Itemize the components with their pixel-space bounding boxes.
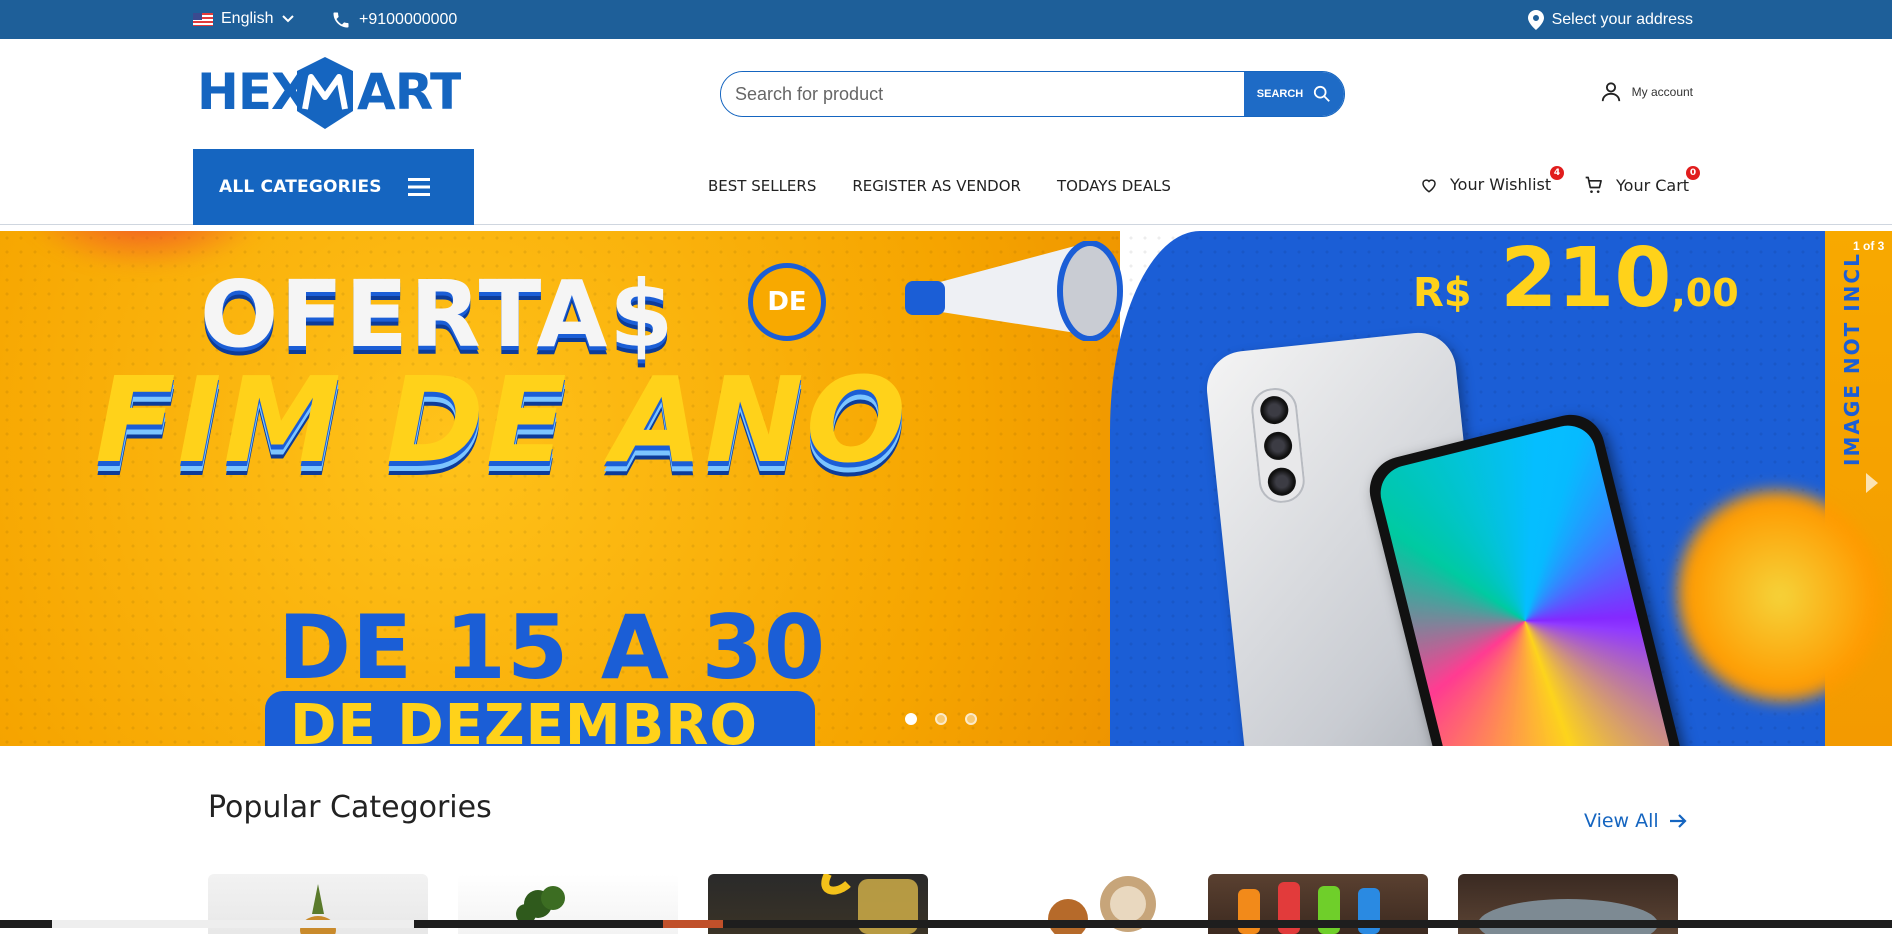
- language-label: English: [221, 10, 274, 27]
- nav-row: ALL CATEGORIES BEST SELLERS REGISTER AS …: [0, 149, 1892, 225]
- svg-text:ART: ART: [357, 63, 461, 121]
- top-bar: English +9100000000 Select your address: [0, 0, 1892, 39]
- slide-dot-1[interactable]: [905, 713, 917, 725]
- phone-number: +9100000000: [359, 11, 458, 28]
- menu-item-best-sellers[interactable]: BEST SELLERS: [708, 177, 816, 195]
- search-button[interactable]: SEARCH: [1244, 72, 1344, 116]
- search-button-label: SEARCH: [1256, 88, 1304, 100]
- view-all-link[interactable]: View All: [1584, 810, 1687, 832]
- slide-counter: 1 of 3: [1853, 239, 1885, 253]
- cart-link[interactable]: Your Cart 0: [1584, 166, 1700, 195]
- slide-dot-2[interactable]: [935, 713, 947, 725]
- location-pin-icon: [1527, 10, 1544, 30]
- menu-item-todays-deals[interactable]: TODAYS DEALS: [1057, 177, 1171, 195]
- megaphone-icon: [905, 241, 1123, 341]
- us-flag-icon: [193, 12, 213, 26]
- view-all-label: View All: [1584, 810, 1659, 832]
- hamburger-menu-icon: [407, 178, 430, 196]
- all-categories-button[interactable]: ALL CATEGORIES: [193, 149, 474, 225]
- banner-month: DE DEZEMBRO: [290, 693, 758, 746]
- price-value: 210: [1500, 231, 1672, 326]
- cart-label: Your Cart: [1616, 175, 1690, 195]
- slide-dots: [905, 713, 977, 725]
- banner-price: R$ 210,00: [1413, 231, 1739, 326]
- wishlist-link[interactable]: Your Wishlist 4: [1420, 166, 1564, 194]
- address-selector[interactable]: Select your address: [1527, 10, 1693, 30]
- wishlist-count-badge: 4: [1550, 166, 1564, 180]
- address-label: Select your address: [1551, 11, 1693, 28]
- language-selector[interactable]: English: [193, 10, 295, 28]
- my-account-label: My account: [1631, 85, 1693, 99]
- cart-icon: [1585, 176, 1602, 193]
- banner-headline-fim-de-ano: FIM DE ANO: [95, 351, 909, 489]
- arrow-right-icon: [1669, 814, 1687, 828]
- price-currency: R$: [1413, 270, 1472, 316]
- main-menu: BEST SELLERS REGISTER AS VENDOR TODAYS D…: [708, 177, 1171, 195]
- header: HEX ART SEARCH My account: [0, 39, 1892, 149]
- price-cents: ,00: [1671, 271, 1739, 315]
- popular-categories-title: Popular Categories: [208, 790, 492, 825]
- bottom-edge: [0, 920, 1892, 928]
- phone-link[interactable]: +9100000000: [331, 10, 457, 30]
- user-icon: [1601, 82, 1620, 102]
- svg-text:HEX: HEX: [197, 63, 309, 121]
- wishlist-label: Your Wishlist: [1450, 175, 1552, 194]
- my-account-link[interactable]: My account: [1600, 81, 1693, 103]
- search-input[interactable]: [721, 72, 1244, 116]
- phone-icon: [333, 12, 349, 28]
- hexmart-logo[interactable]: HEX ART: [197, 53, 461, 133]
- banner-dates: DE 15 A 30: [278, 596, 827, 699]
- heart-icon: [1422, 178, 1436, 193]
- search-icon: [1314, 85, 1331, 102]
- cart-count-badge: 0: [1686, 166, 1700, 180]
- camera-module: [1249, 385, 1307, 506]
- slide-dot-3[interactable]: [965, 713, 977, 725]
- chevron-down-icon: [282, 15, 295, 23]
- menu-item-register-vendor[interactable]: REGISTER AS VENDOR: [852, 177, 1021, 195]
- all-categories-label: ALL CATEGORIES: [219, 177, 382, 197]
- banner-de-badge: DE: [748, 263, 826, 341]
- hero-banner[interactable]: OFERTA$ DE FIM DE ANO DE 15 A 30 DE DEZE…: [0, 231, 1892, 746]
- next-slide-arrow-icon[interactable]: [1866, 473, 1878, 493]
- banner-side-note: IMAGE NOT INCL: [1840, 252, 1864, 466]
- search-bar: SEARCH: [720, 71, 1345, 117]
